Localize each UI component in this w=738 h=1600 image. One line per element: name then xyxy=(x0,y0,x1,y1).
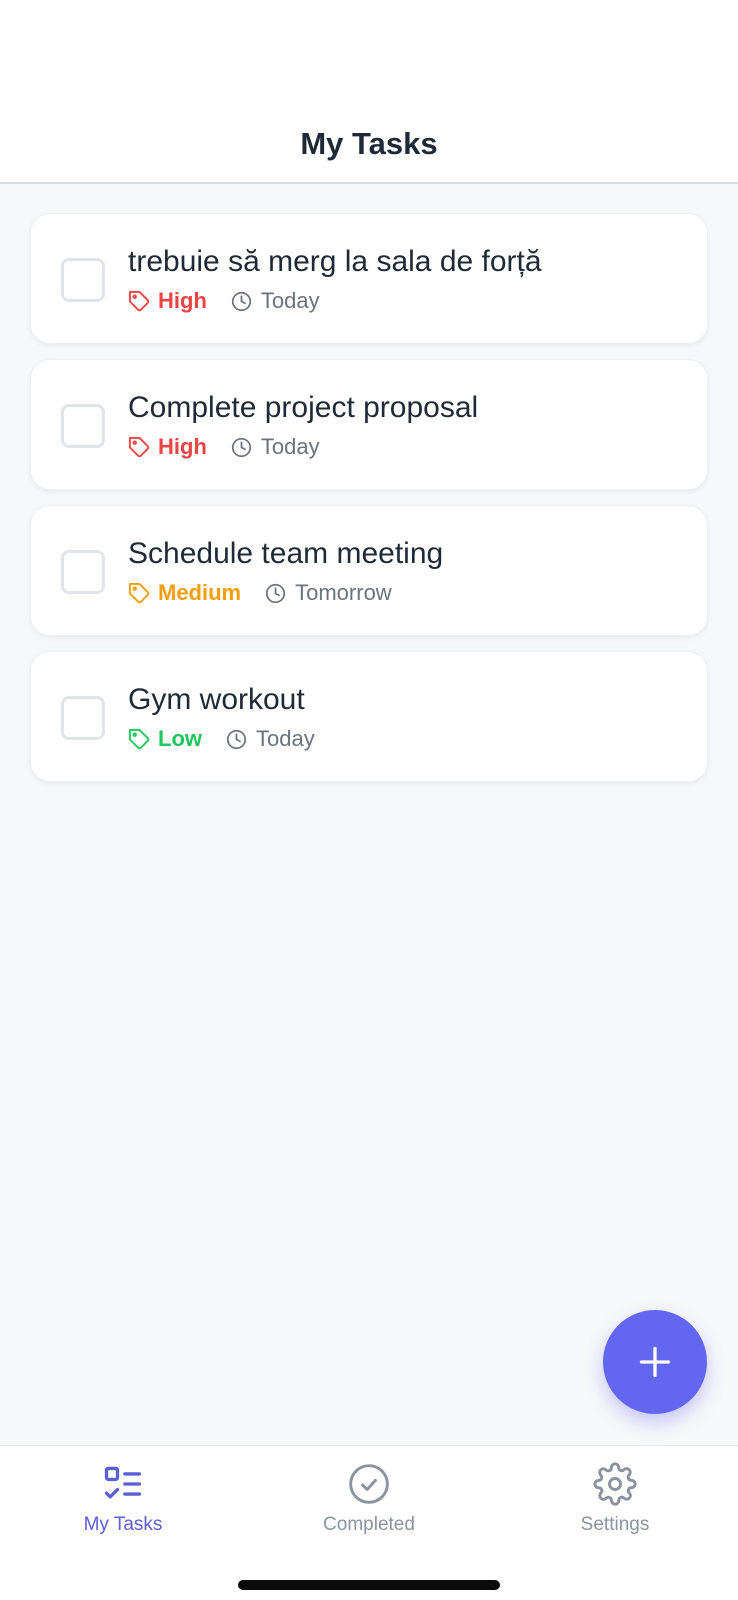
home-indicator xyxy=(238,1580,500,1590)
due-label: Today xyxy=(260,288,320,313)
tab-settings[interactable]: Settings xyxy=(535,1462,695,1542)
task-card[interactable]: Schedule team meeting Medium Tomorrow xyxy=(30,505,708,636)
tag-icon xyxy=(128,290,150,311)
task-title: trebuie să merg la sala de forță xyxy=(128,245,542,278)
clock-icon xyxy=(231,291,252,311)
task-list: trebuie să merg la sala de forță High To… xyxy=(30,213,708,797)
priority-label: High xyxy=(158,288,207,313)
tag-icon xyxy=(128,728,150,749)
task-meta: High Today xyxy=(128,434,320,460)
clock-icon xyxy=(266,583,286,603)
tab-label: Settings xyxy=(580,1514,650,1535)
page-title: My Tasks xyxy=(300,126,438,161)
tab-label: My Tasks xyxy=(83,1514,163,1535)
header: My Tasks xyxy=(0,0,738,184)
task-card[interactable]: Gym workout Low Today xyxy=(30,651,708,782)
priority-label: Low xyxy=(158,726,202,751)
app-screen: My Tasks trebuie să merg la sala de forț… xyxy=(0,0,738,1600)
due-label: Today xyxy=(256,726,315,751)
tag-icon xyxy=(128,436,150,457)
task-meta: High Today xyxy=(128,288,320,314)
due-label: Tomorrow xyxy=(295,580,392,605)
task-card[interactable]: Complete project proposal High Today xyxy=(30,359,708,490)
task-meta: Low Today xyxy=(128,726,315,752)
tab-label: Completed xyxy=(323,1514,415,1535)
tab-my-tasks[interactable]: My Tasks xyxy=(43,1462,203,1542)
task-card[interactable]: trebuie să merg la sala de forță High To… xyxy=(30,213,708,344)
tag-icon xyxy=(128,582,150,603)
plus-icon xyxy=(639,1346,671,1378)
task-checkbox[interactable] xyxy=(61,404,105,448)
tab-completed[interactable]: Completed xyxy=(289,1462,449,1542)
add-task-button[interactable] xyxy=(603,1310,707,1414)
priority-label: Medium xyxy=(158,580,242,605)
due-label: Today xyxy=(260,434,320,459)
check-circle-icon xyxy=(349,1464,389,1504)
task-meta: Medium Tomorrow xyxy=(128,580,392,606)
bottom-tab-bar: My Tasks Completed Settings xyxy=(0,1445,738,1600)
clock-icon xyxy=(231,437,252,457)
gear-icon xyxy=(593,1462,637,1506)
task-title: Schedule team meeting xyxy=(128,537,444,570)
task-list-icon xyxy=(104,1466,142,1499)
clock-icon xyxy=(226,729,247,749)
task-title: Gym workout xyxy=(128,683,305,716)
task-checkbox[interactable] xyxy=(61,696,105,740)
priority-label: High xyxy=(158,434,207,459)
task-checkbox[interactable] xyxy=(61,550,105,594)
task-checkbox[interactable] xyxy=(61,258,105,302)
task-title: Complete project proposal xyxy=(128,391,479,424)
